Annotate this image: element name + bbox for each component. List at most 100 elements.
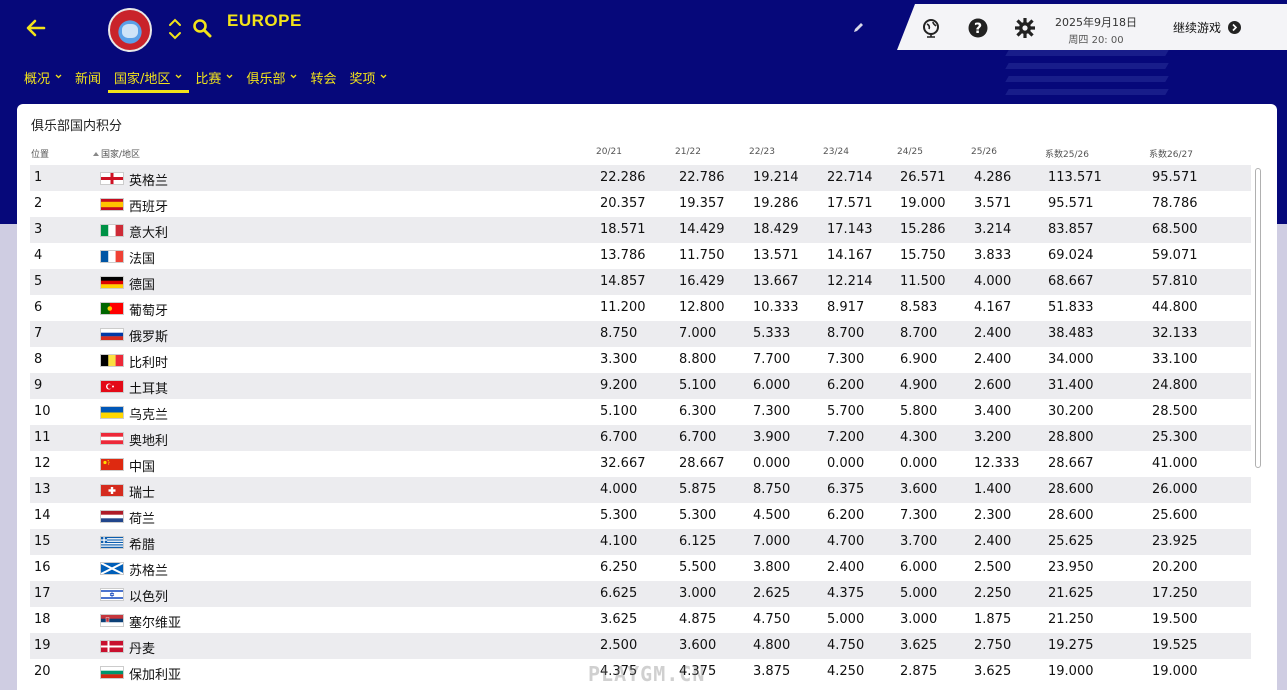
value-cell: 95.571 bbox=[1152, 170, 1198, 185]
value-cell: 83.857 bbox=[1048, 222, 1094, 237]
country-name[interactable]: 乌克兰 bbox=[129, 404, 168, 423]
nav-item-2[interactable]: 国家/地区 bbox=[108, 62, 190, 93]
table-row[interactable]: 8 比利时 3.300 8.800 7.700 7.300 6.900 2.400 34.000… bbox=[30, 347, 1251, 373]
search-icon[interactable] bbox=[192, 18, 212, 38]
value-cell: 6.300 bbox=[679, 404, 717, 419]
country-name[interactable]: 塞尔维亚 bbox=[129, 612, 181, 631]
column-header-9[interactable]: 系数26/27 bbox=[1149, 147, 1193, 160]
value-cell: 4.875 bbox=[679, 612, 717, 627]
pencil-icon[interactable] bbox=[852, 22, 864, 34]
country-name[interactable]: 中国 bbox=[129, 456, 155, 475]
table-row[interactable]: 3 意大利 18.571 14.429 18.429 17.143 15.286 3.214 8… bbox=[30, 217, 1251, 243]
country-name[interactable]: 德国 bbox=[129, 274, 155, 293]
value-cell: 10.333 bbox=[753, 300, 799, 315]
value-cell: 95.571 bbox=[1048, 196, 1094, 211]
value-cell: 4.300 bbox=[900, 430, 938, 445]
table-row[interactable]: 10 乌克兰 5.100 6.300 7.300 5.700 5.800 3.400 30.20… bbox=[30, 399, 1251, 425]
country-name[interactable]: 法国 bbox=[129, 248, 155, 267]
scrollbar[interactable] bbox=[1255, 168, 1261, 468]
column-header-6[interactable]: 24/25 bbox=[897, 147, 923, 157]
nav-item-4[interactable]: 俱乐部 bbox=[240, 62, 304, 93]
value-cell: 28.600 bbox=[1048, 482, 1094, 497]
column-header-2[interactable]: 20/21 bbox=[596, 147, 622, 157]
column-header-8[interactable]: 系数25/26 bbox=[1045, 147, 1089, 160]
table-row[interactable]: 14 荷兰 5.300 5.300 4.500 6.200 7.300 2.300 28.600… bbox=[30, 503, 1251, 529]
continue-game-button[interactable]: 继续游戏 bbox=[1173, 19, 1242, 36]
country-name[interactable]: 苏格兰 bbox=[129, 560, 168, 579]
table-row[interactable]: 5 德国 14.857 16.429 13.667 12.214 11.500 4.000 68… bbox=[30, 269, 1251, 295]
country-name[interactable]: 意大利 bbox=[129, 222, 168, 241]
table-row[interactable]: 12 中国 32.667 28.667 0.000 0.000 0.000 12.333 28.… bbox=[30, 451, 1251, 477]
column-header-1[interactable]: 国家/地区 bbox=[93, 147, 140, 160]
value-cell: 19.357 bbox=[679, 196, 725, 211]
value-cell: 4.250 bbox=[827, 664, 865, 679]
country-name[interactable]: 丹麦 bbox=[129, 638, 155, 657]
country-name[interactable]: 俄罗斯 bbox=[129, 326, 168, 345]
value-cell: 19.286 bbox=[753, 196, 799, 211]
table-row[interactable]: 18 塞尔维亚 3.625 4.875 4.750 5.000 3.000 1.875 21.2… bbox=[30, 607, 1251, 633]
globe-icon[interactable] bbox=[921, 18, 941, 38]
value-cell: 11.200 bbox=[600, 300, 646, 315]
value-cell: 3.800 bbox=[753, 560, 791, 575]
country-name[interactable]: 以色列 bbox=[129, 586, 168, 605]
date-text: 2025年9月18日 bbox=[1055, 16, 1137, 29]
country-name[interactable]: 英格兰 bbox=[129, 170, 168, 189]
table-row[interactable]: 6 葡萄牙 11.200 12.800 10.333 8.917 8.583 4.167 51.… bbox=[30, 295, 1251, 321]
table-row[interactable]: 11 奥地利 6.700 6.700 3.900 7.200 4.300 3.200 28.80… bbox=[30, 425, 1251, 451]
column-header-5[interactable]: 23/24 bbox=[823, 147, 849, 157]
nav-item-5[interactable]: 转会 bbox=[304, 62, 343, 93]
table-row[interactable]: 1 英格兰 22.286 22.786 19.214 22.714 26.571 4.286 1… bbox=[30, 165, 1251, 191]
table-row[interactable]: 9 土耳其 9.200 5.100 6.000 6.200 4.900 2.600 31.400… bbox=[30, 373, 1251, 399]
country-name[interactable]: 土耳其 bbox=[129, 378, 168, 397]
country-name[interactable]: 西班牙 bbox=[129, 196, 168, 215]
country-name[interactable]: 荷兰 bbox=[129, 508, 155, 527]
table-row[interactable]: 17 以色列 6.625 3.000 2.625 4.375 5.000 2.250 21.62… bbox=[30, 581, 1251, 607]
table-row[interactable]: 2 西班牙 20.357 19.357 19.286 17.571 19.000 3.571 9… bbox=[30, 191, 1251, 217]
flag-icon bbox=[100, 380, 124, 393]
flag-icon bbox=[100, 666, 124, 679]
country-name[interactable]: 奥地利 bbox=[129, 430, 168, 449]
nav-item-label: 俱乐部 bbox=[246, 72, 286, 87]
table-row[interactable]: 19 丹麦 2.500 3.600 4.800 4.750 3.625 2.750 19.275… bbox=[30, 633, 1251, 659]
uefa-logo bbox=[108, 8, 152, 52]
gear-icon[interactable] bbox=[1015, 18, 1035, 38]
table-row[interactable]: 7 俄罗斯 8.750 7.000 5.333 8.700 8.700 2.400 38.483… bbox=[30, 321, 1251, 347]
value-cell: 16.429 bbox=[679, 274, 725, 289]
country-name[interactable]: 保加利亚 bbox=[129, 664, 181, 683]
value-cell: 3.833 bbox=[974, 248, 1012, 263]
column-header-0[interactable]: 位置 bbox=[31, 147, 49, 160]
value-cell: 19.500 bbox=[1152, 612, 1198, 627]
table-row[interactable]: 15 希腊 4.100 6.125 7.000 4.700 3.700 2.400 25.625… bbox=[30, 529, 1251, 555]
coefficients-panel: 俱乐部国内积分 位置 国家/地区 20/21 21/22 22/23 23/24 24/25… bbox=[17, 104, 1277, 690]
back-arrow-icon[interactable] bbox=[24, 16, 48, 40]
value-cell: 4.500 bbox=[753, 508, 791, 523]
up-down-chevron-icon[interactable] bbox=[168, 16, 182, 42]
flag-icon bbox=[100, 198, 124, 211]
value-cell: 4.800 bbox=[753, 638, 791, 653]
help-icon[interactable]: ? bbox=[968, 18, 988, 38]
column-header-7[interactable]: 25/26 bbox=[971, 147, 997, 157]
nav-item-0[interactable]: 概况 bbox=[18, 62, 69, 93]
nav-item-1[interactable]: 新闻 bbox=[69, 62, 108, 93]
nav-item-3[interactable]: 比赛 bbox=[189, 62, 240, 93]
column-header-3[interactable]: 21/22 bbox=[675, 147, 701, 157]
country-name[interactable]: 比利时 bbox=[129, 352, 168, 371]
nav-item-6[interactable]: 奖项 bbox=[343, 62, 394, 93]
value-cell: 3.600 bbox=[679, 638, 717, 653]
country-name[interactable]: 葡萄牙 bbox=[129, 300, 168, 319]
column-header-4[interactable]: 22/23 bbox=[749, 147, 775, 157]
value-cell: 6.000 bbox=[900, 560, 938, 575]
table-row[interactable]: 13 瑞士 4.000 5.875 8.750 6.375 3.600 1.400 28.600… bbox=[30, 477, 1251, 503]
value-cell: 5.000 bbox=[900, 586, 938, 601]
table-row[interactable]: 4 法国 13.786 11.750 13.571 14.167 15.750 3.833 69… bbox=[30, 243, 1251, 269]
value-cell: 23.950 bbox=[1048, 560, 1094, 575]
country-name[interactable]: 瑞士 bbox=[129, 482, 155, 501]
table-row[interactable]: 16 苏格兰 6.250 5.500 3.800 2.400 6.000 2.500 23.95… bbox=[30, 555, 1251, 581]
value-cell: 5.800 bbox=[900, 404, 938, 419]
column-header-label: 位置 bbox=[31, 150, 50, 160]
value-cell: 15.750 bbox=[900, 248, 946, 263]
value-cell: 25.600 bbox=[1152, 508, 1198, 523]
value-cell: 4.700 bbox=[827, 534, 865, 549]
top-toolbar: ? 2025年9月18日 周四 20: 00 继续游戏 bbox=[897, 4, 1287, 50]
country-name[interactable]: 希腊 bbox=[129, 534, 155, 553]
